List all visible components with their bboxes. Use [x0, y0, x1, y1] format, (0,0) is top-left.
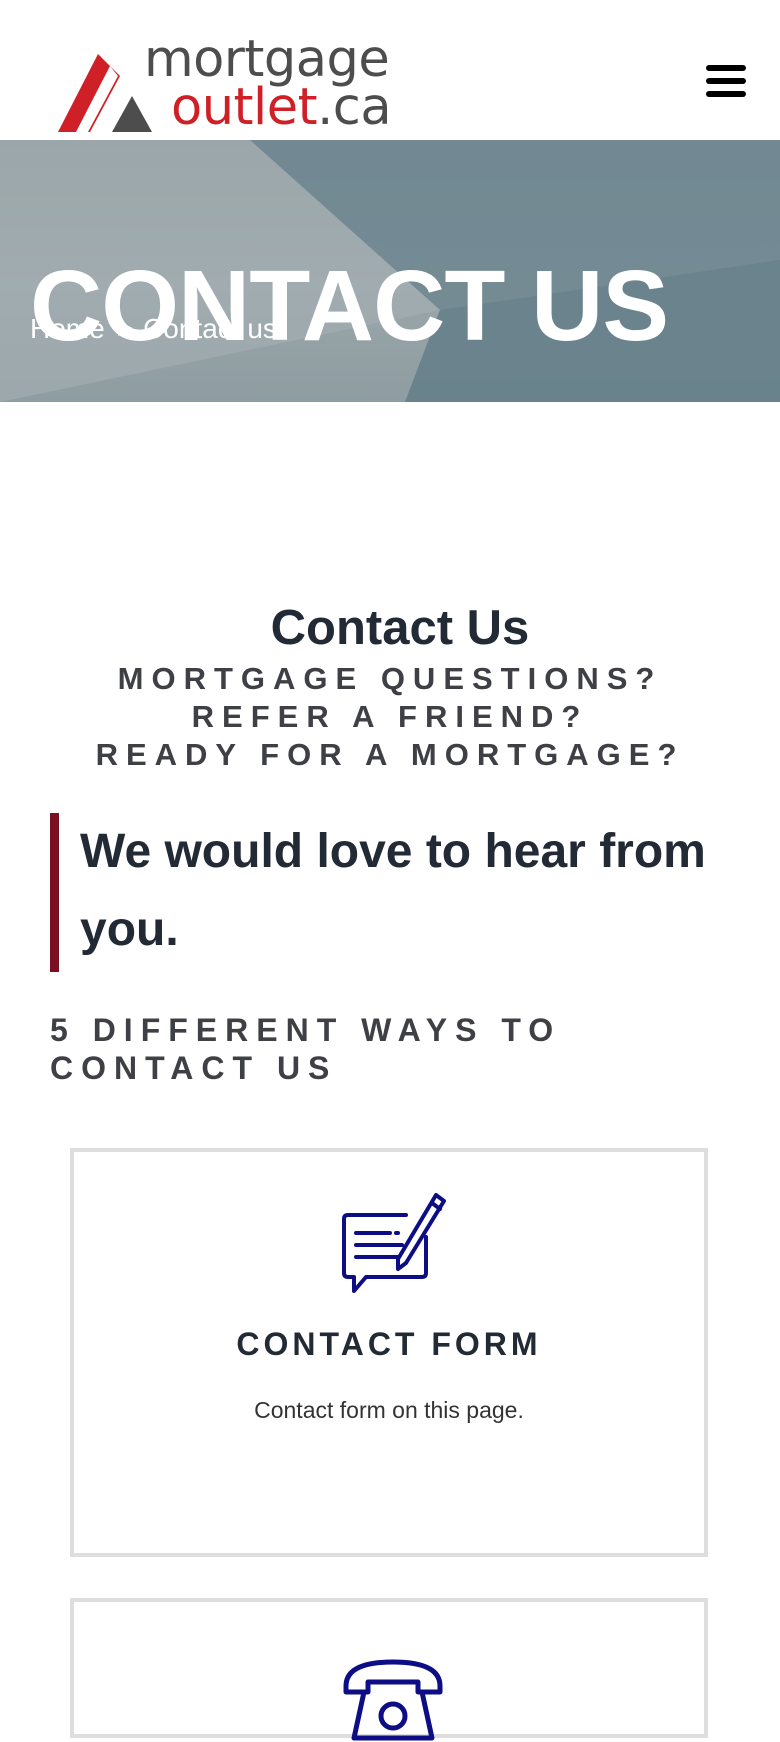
card-title: CONTACT FORM	[236, 1326, 542, 1362]
page-title: Contact Us	[270, 600, 530, 655]
mortgage-outlet-logo[interactable]: mortgage outlet.ca	[58, 32, 408, 137]
breadcrumb-current: Contact us	[143, 313, 277, 344]
logo-ca-text: .ca	[317, 78, 392, 137]
breadcrumb: Home > Contact us	[30, 312, 277, 346]
logo-word-outlet: outlet.ca	[171, 78, 392, 137]
page-hero-banner: CONTACT US Home > Contact us	[0, 140, 780, 402]
card-description: Contact form on this page.	[254, 1397, 524, 1423]
highlight-quote: We would love to hear from you.	[50, 813, 730, 972]
subtitle-line-1: MORTGAGE QUESTIONS? REFER A FRIEND?	[117, 661, 663, 734]
quote-accent-bar	[50, 813, 59, 972]
breadcrumb-home-link[interactable]: Home	[30, 313, 105, 344]
contact-form-icon	[342, 1193, 446, 1293]
phone-card[interactable]	[70, 1598, 708, 1741]
ways-heading: 5 DIFFERENT WAYS TO CONTACT US	[50, 1012, 562, 1086]
hamburger-menu-icon[interactable]	[703, 62, 749, 100]
contact-form-card[interactable]: CONTACT FORM Contact form on this page.	[70, 1148, 708, 1557]
contact-subtitle: MORTGAGE QUESTIONS? REFER A FRIEND? READ…	[40, 660, 740, 774]
breadcrumb-separator: >	[116, 313, 134, 344]
quote-text: We would love to hear from you.	[80, 825, 706, 956]
phone-icon	[343, 1659, 443, 1741]
subtitle-line-2: READY FOR A MORTGAGE?	[95, 737, 685, 772]
logo-outlet-text: outlet	[171, 78, 318, 137]
site-header: mortgage outlet.ca	[0, 0, 780, 140]
